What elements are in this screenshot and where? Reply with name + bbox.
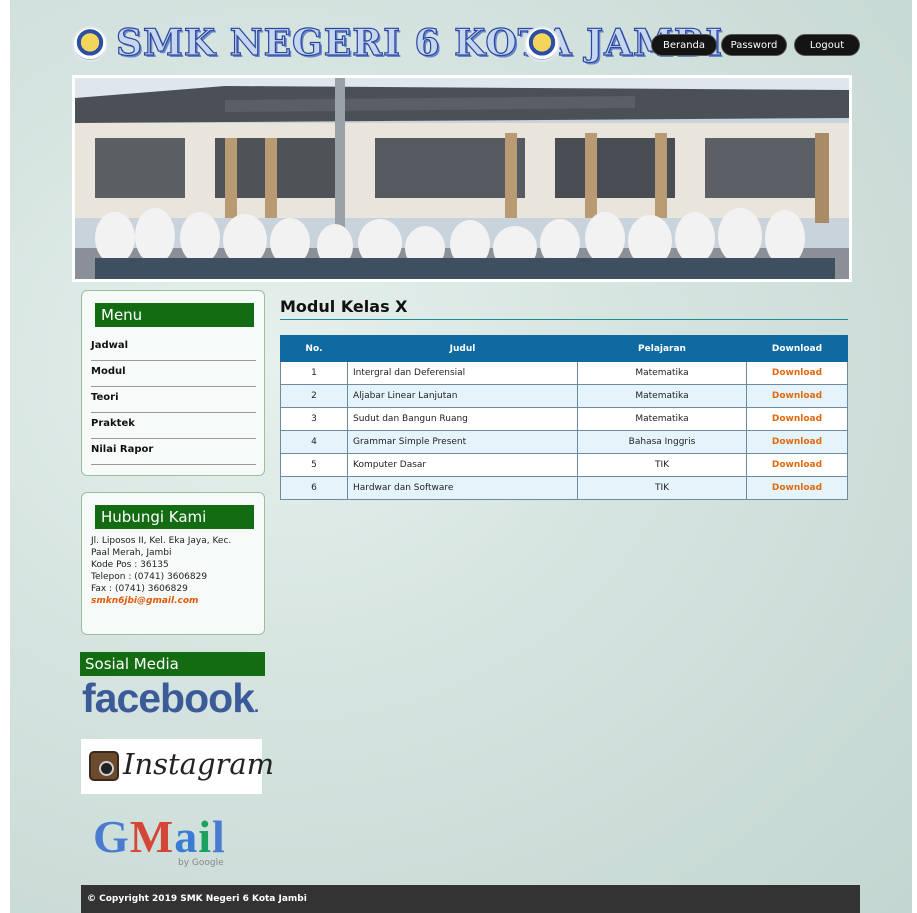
contact-line: Fax : (0741) 3606829 — [91, 584, 188, 594]
column-header-judul: Judul — [347, 335, 578, 362]
download-link[interactable]: Download — [772, 391, 822, 401]
menu-item-praktek[interactable]: Praktek — [91, 413, 256, 439]
school-banner-photo — [72, 75, 852, 282]
contact-title: Hubungi Kami — [95, 505, 254, 529]
table-row: 3 Sudut dan Bangun Ruang Matematika Down… — [280, 407, 848, 431]
school-logo-icon — [72, 26, 108, 62]
gmail-label: GMail — [93, 811, 226, 862]
facebook-logo-link[interactable]: facebook. — [82, 675, 259, 722]
nav-password-button[interactable]: Password — [721, 34, 787, 56]
cell-no: 6 — [280, 476, 348, 500]
cell-pelajaran: TIK — [577, 453, 747, 477]
school-logo-icon — [524, 26, 560, 62]
cell-download: Download — [746, 430, 848, 454]
menu-list: Jadwal Modul Teori Praktek Nilai Rapor — [91, 335, 256, 465]
cell-pelajaran: Matematika — [577, 361, 747, 385]
table-header-row: No. Judul Pelajaran Download — [280, 335, 848, 362]
site-title: SMK NEGERI 6 KOTA JAMBI — [115, 21, 724, 64]
contact-line: Kode Pos : 36135 — [91, 560, 169, 570]
title-divider — [280, 319, 848, 320]
menu-item-nilai-rapor[interactable]: Nilai Rapor — [91, 439, 256, 465]
page-title: Modul Kelas X — [280, 297, 408, 316]
gmail-logo-link[interactable]: GMail by Google — [93, 810, 243, 875]
column-header-download: Download — [746, 335, 848, 362]
table-row: 2 Aljabar Linear Lanjutan Matematika Dow… — [280, 384, 848, 408]
menu-item-teori[interactable]: Teori — [91, 387, 256, 413]
nav-beranda-button[interactable]: Beranda — [651, 34, 717, 56]
cell-download: Download — [746, 476, 848, 500]
download-link[interactable]: Download — [772, 483, 822, 493]
facebook-label: facebook — [82, 675, 255, 721]
nav-logout-button[interactable]: Logout — [794, 34, 860, 56]
gmail-by-google: by Google — [178, 858, 224, 868]
cell-no: 4 — [280, 430, 348, 454]
contact-line: Telepon : (0741) 3606829 — [91, 572, 208, 582]
column-header-pelajaran: Pelajaran — [577, 335, 747, 362]
column-header-no: No. — [280, 335, 348, 362]
cell-download: Download — [746, 453, 848, 477]
contact-line: Paal Merah, Jambi — [91, 548, 172, 558]
instagram-logo-link[interactable]: Instagram — [81, 739, 274, 794]
cell-pelajaran: TIK — [577, 476, 747, 500]
cell-judul: Intergral dan Deferensial — [347, 361, 578, 385]
cell-judul: Sudut dan Bangun Ruang — [347, 407, 578, 431]
modules-table: No. Judul Pelajaran Download 1 Intergral… — [280, 335, 848, 500]
cell-no: 1 — [280, 361, 348, 385]
page-frame-right — [912, 0, 917, 913]
cell-pelajaran: Matematika — [577, 384, 747, 408]
menu-panel: Menu Jadwal Modul Teori Praktek Nilai Ra… — [81, 290, 265, 476]
contact-panel: Hubungi Kami Jl. Liposos II, Kel. Eka Ja… — [81, 492, 265, 635]
cell-pelajaran: Matematika — [577, 407, 747, 431]
cell-download: Download — [746, 384, 848, 408]
cell-judul: Hardwar dan Software — [347, 476, 578, 500]
instagram-camera-icon — [89, 751, 119, 781]
cell-pelajaran: Bahasa Inggris — [577, 430, 747, 454]
download-link[interactable]: Download — [772, 437, 822, 447]
page-frame-left — [0, 0, 10, 913]
download-link[interactable]: Download — [772, 460, 822, 470]
table-row: 4 Grammar Simple Present Bahasa Inggris … — [280, 430, 848, 454]
menu-item-modul[interactable]: Modul — [91, 361, 256, 387]
contact-info: Jl. Liposos II, Kel. Eka Jaya, Kec. Paal… — [91, 535, 261, 607]
table-row: 5 Komputer Dasar TIK Download — [280, 453, 848, 477]
cell-no: 2 — [280, 384, 348, 408]
cell-download: Download — [746, 407, 848, 431]
menu-item-jadwal[interactable]: Jadwal — [91, 335, 256, 361]
cell-no: 3 — [280, 407, 348, 431]
instagram-label: Instagram — [123, 747, 275, 781]
site-header: SMK NEGERI 6 KOTA JAMBI Beranda Password… — [72, 20, 862, 70]
footer-copyright: © Copyright 2019 SMK Negeri 6 Kota Jambi — [81, 885, 860, 913]
social-media-title: Sosial Media — [80, 652, 265, 676]
contact-email-link[interactable]: smkn6jbi@gmail.com — [91, 595, 261, 607]
cell-no: 5 — [280, 453, 348, 477]
table-row: 6 Hardwar dan Software TIK Download — [280, 476, 848, 500]
download-link[interactable]: Download — [772, 414, 822, 424]
cell-download: Download — [746, 361, 848, 385]
cell-judul: Aljabar Linear Lanjutan — [347, 384, 578, 408]
menu-title: Menu — [95, 303, 254, 327]
download-link[interactable]: Download — [772, 368, 822, 378]
cell-judul: Komputer Dasar — [347, 453, 578, 477]
contact-line: Jl. Liposos II, Kel. Eka Jaya, Kec. — [91, 536, 232, 546]
table-row: 1 Intergral dan Deferensial Matematika D… — [280, 361, 848, 385]
cell-judul: Grammar Simple Present — [347, 430, 578, 454]
